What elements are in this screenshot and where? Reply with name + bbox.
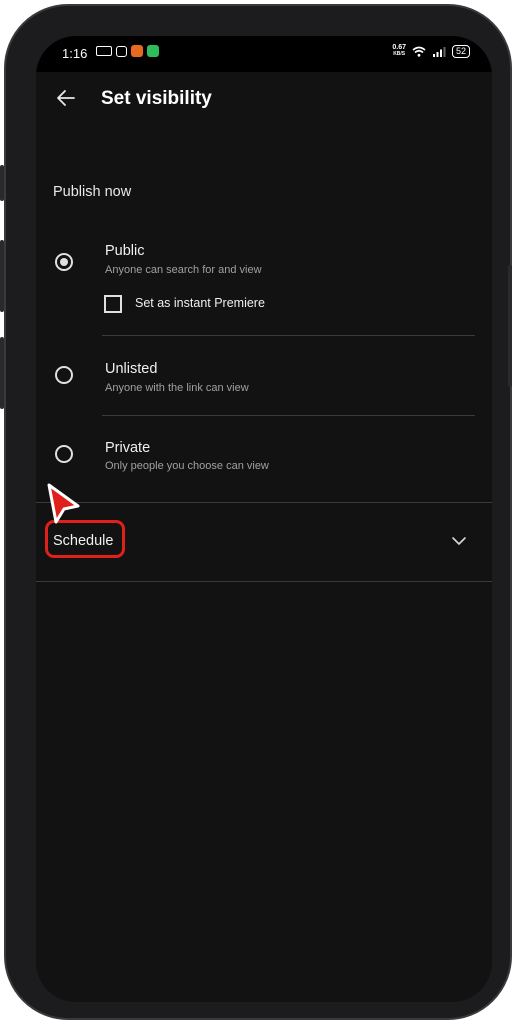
public-radio[interactable]: [55, 253, 73, 271]
pointer-cursor-icon: [47, 483, 80, 524]
schedule-row[interactable]: Schedule: [36, 504, 492, 582]
chevron-down-icon[interactable]: [450, 532, 468, 550]
section-divider: [36, 581, 492, 582]
instant-premiere-label: Set as instant Premiere: [135, 296, 265, 310]
private-radio[interactable]: [55, 445, 73, 463]
option-subtitle: Anyone can search for and view: [105, 264, 262, 276]
page-title: Set visibility: [101, 88, 212, 109]
header: Set visibility: [36, 72, 492, 128]
network-speed-value: 0.67: [392, 44, 406, 51]
network-speed-unit: KB/S: [393, 51, 406, 57]
app-notification-icon: [96, 46, 112, 56]
schedule-label: Schedule: [53, 533, 114, 549]
signal-icon: [432, 46, 446, 57]
volume-button: [0, 240, 4, 312]
status-right: 0.67 KB/S 52: [392, 44, 470, 58]
publish-now-label: Publish now: [53, 184, 132, 200]
option-title: Public: [105, 243, 145, 259]
power-button: [508, 265, 512, 387]
unlisted-radio[interactable]: [55, 366, 73, 384]
option-public[interactable]: Public Anyone can search for and view: [36, 237, 492, 297]
divider: [102, 415, 475, 416]
shield-app-icon: [147, 45, 159, 57]
volume-button: [0, 337, 4, 409]
volume-button: [0, 165, 4, 201]
option-title: Private: [105, 440, 151, 456]
notification-icons: [96, 45, 159, 57]
divider: [102, 335, 475, 336]
instagram-icon: [116, 45, 127, 57]
option-subtitle: Anyone with the link can view: [105, 382, 249, 394]
back-arrow-icon[interactable]: [54, 86, 78, 110]
option-unlisted[interactable]: Unlisted Anyone with the link can view: [36, 355, 492, 415]
fire-app-icon: [131, 45, 143, 57]
battery-indicator: 52: [451, 44, 470, 58]
option-private[interactable]: Private Only people you choose can view: [36, 435, 492, 495]
section-divider: [36, 502, 492, 503]
option-title: Unlisted: [105, 361, 158, 377]
status-bar: 1:16 0.67 KB/S 52: [36, 36, 492, 72]
network-speed: 0.67 KB/S: [392, 44, 406, 58]
instant-premiere-checkbox[interactable]: [104, 295, 122, 313]
visibility-screen: Set visibility Publish now Public Anyone…: [36, 72, 492, 1002]
status-time: 1:16: [62, 46, 88, 61]
wifi-icon: [412, 46, 426, 57]
option-subtitle: Only people you choose can view: [105, 460, 269, 472]
screen: 1:16 0.67 KB/S 52 Set visibility Publish…: [36, 36, 492, 1002]
